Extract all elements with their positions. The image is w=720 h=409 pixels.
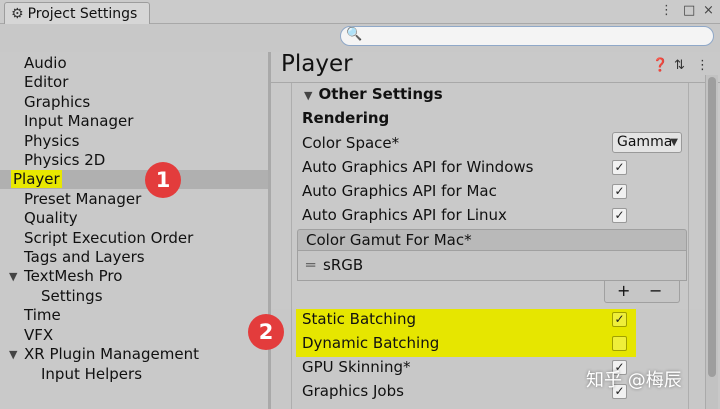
sidebar-item-time[interactable]: Time — [0, 306, 268, 325]
sidebar-item-label: Graphics — [24, 93, 91, 111]
color-gamut-item[interactable]: sRGB — [323, 256, 363, 274]
static-batching-checkbox[interactable]: ✓ — [612, 312, 627, 327]
drag-handle-icon[interactable]: ═ — [306, 256, 315, 274]
foldout-expanded-icon: ▼ — [304, 89, 313, 102]
sidebar-item-label: Editor — [24, 73, 69, 91]
dynamic-batching-label: Dynamic Batching — [302, 334, 440, 352]
dynamic-batching-checkbox[interactable] — [612, 336, 627, 351]
sidebar-item-label: Tags and Layers — [24, 248, 145, 266]
sidebar-item-label: Audio — [24, 54, 67, 72]
graphics-jobs-label: Graphics Jobs — [302, 382, 404, 400]
more-icon[interactable]: ⋮ — [696, 58, 709, 73]
page-title: Player — [281, 51, 353, 77]
color-space-dropdown[interactable]: Gamma ▼ — [612, 132, 682, 153]
sidebar-item-tags-and-layers[interactable]: Tags and Layers — [0, 248, 268, 267]
sidebar-item-label: Script Execution Order — [24, 229, 194, 247]
search-input[interactable]: 🔍 — [340, 26, 714, 46]
sidebar-item-input-manager[interactable]: Input Manager — [0, 112, 268, 131]
sidebar-item-label: Time — [24, 306, 61, 324]
foldout-expanded-icon[interactable]: ▼ — [9, 345, 17, 364]
sidebar-item-label: Quality — [24, 209, 78, 227]
sidebar-item-label: Player — [11, 170, 62, 188]
sidebar-item-label: Preset Manager — [24, 190, 142, 208]
add-item-button[interactable]: + — [617, 281, 630, 300]
main-panel: Player ❓ ⇅ ⋮ ▼ Other Settings Rendering C… — [271, 51, 720, 409]
annotation-badge-1: 1 — [145, 162, 181, 198]
sidebar-item-label: TextMesh Pro — [24, 267, 123, 285]
remove-item-button[interactable]: − — [649, 281, 662, 300]
tab-title: Project Settings — [27, 5, 138, 22]
color-gamut-header: Color Gamut For Mac* — [297, 229, 687, 251]
section-header-other-settings[interactable]: ▼ Other Settings — [304, 85, 443, 103]
sidebar-item-vfx[interactable]: VFX — [0, 326, 268, 345]
title-bar: ⚙ Project Settings ⋮ □ × — [0, 0, 720, 24]
sidebar-item-label: Physics 2D — [24, 151, 106, 169]
sidebar-item-input-helpers[interactable]: Input Helpers — [0, 365, 268, 384]
scrollbar-thumb[interactable] — [708, 77, 716, 377]
sidebar-item-label: VFX — [24, 326, 54, 344]
annotation-badge-2: 2 — [248, 314, 284, 350]
sidebar-item-quality[interactable]: Quality — [0, 209, 268, 228]
search-row: 🔍 — [0, 24, 720, 52]
gpu-skinning-label: GPU Skinning* — [302, 358, 411, 376]
preset-icon[interactable]: ⇅ — [674, 58, 685, 73]
list-controls: + − — [604, 281, 680, 303]
scrollbar[interactable] — [705, 75, 718, 409]
auto-graphics-mac-label: Auto Graphics API for Mac — [302, 182, 497, 200]
sidebar-item-xr-plugin-management[interactable]: ▼ XR Plugin Management — [0, 345, 268, 364]
gear-icon: ⚙ — [11, 5, 24, 22]
sidebar-item-physics-2d[interactable]: Physics 2D — [0, 151, 268, 170]
sidebar-item-label: Input Helpers — [41, 365, 143, 383]
chevron-down-icon: ▼ — [670, 137, 678, 148]
color-space-label: Color Space* — [302, 134, 400, 152]
section-title: Other Settings — [318, 85, 443, 103]
auto-graphics-linux-checkbox[interactable]: ✓ — [612, 208, 627, 223]
sidebar-item-script-execution-order[interactable]: Script Execution Order — [0, 229, 268, 248]
settings-panel: ▼ Other Settings Rendering Color Space* G… — [291, 83, 689, 409]
auto-graphics-windows-checkbox[interactable]: ✓ — [612, 160, 627, 175]
sidebar-item-textmesh-pro[interactable]: ▼ TextMesh Pro — [0, 267, 268, 286]
auto-graphics-windows-label: Auto Graphics API for Windows — [302, 158, 534, 176]
maximize-icon[interactable]: □ — [683, 3, 695, 18]
dropdown-value: Gamma — [617, 134, 673, 150]
foldout-expanded-icon[interactable]: ▼ — [9, 267, 17, 286]
auto-graphics-linux-label: Auto Graphics API for Linux — [302, 206, 507, 224]
sidebar-item-label: XR Plugin Management — [24, 345, 199, 363]
sidebar-item-graphics[interactable]: Graphics — [0, 93, 268, 112]
watermark: 知乎 @梅辰 — [586, 370, 682, 391]
help-icon[interactable]: ❓ — [652, 58, 668, 73]
sidebar-item-textmesh-settings[interactable]: Settings — [0, 287, 268, 306]
static-batching-label: Static Batching — [302, 310, 416, 328]
sidebar-item-preset-manager[interactable]: Preset Manager — [0, 190, 268, 209]
color-gamut-list: ═ sRGB — [297, 251, 687, 281]
search-icon: 🔍 — [346, 27, 363, 42]
subsection-rendering: Rendering — [302, 109, 390, 127]
sidebar-item-label: Settings — [41, 287, 103, 305]
sidebar: Audio Editor Graphics Input Manager Phys… — [0, 52, 268, 409]
sidebar-item-audio[interactable]: Audio — [0, 54, 268, 73]
project-settings-tab[interactable]: ⚙ Project Settings — [4, 2, 150, 24]
close-icon[interactable]: × — [703, 3, 714, 18]
sidebar-item-physics[interactable]: Physics — [0, 132, 268, 151]
more-options-icon[interactable]: ⋮ — [660, 3, 673, 18]
sidebar-item-editor[interactable]: Editor — [0, 73, 268, 92]
sidebar-item-player[interactable]: Player — [0, 170, 268, 189]
auto-graphics-mac-checkbox[interactable]: ✓ — [612, 184, 627, 199]
sidebar-item-label: Physics — [24, 132, 80, 150]
sidebar-item-label: Input Manager — [24, 112, 134, 130]
